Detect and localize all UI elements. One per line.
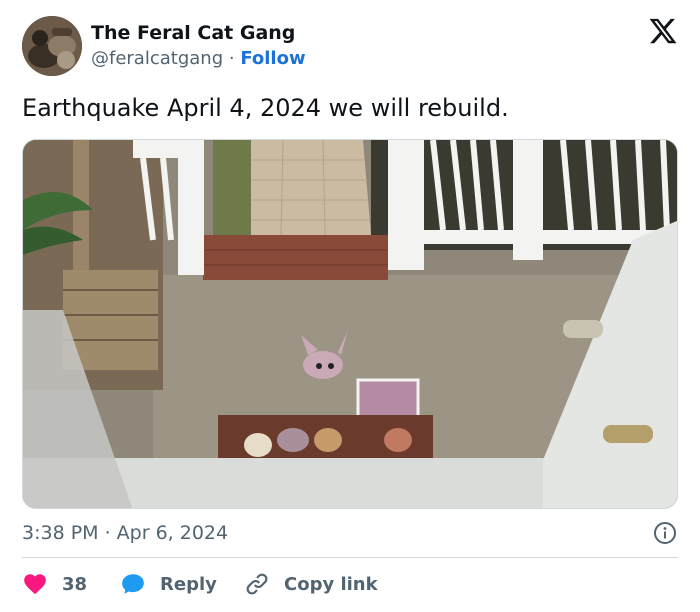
heart-icon [24, 574, 46, 595]
reply-button[interactable]: Reply [120, 568, 217, 600]
action-bar: 38 Reply Copy link [22, 568, 678, 600]
tweet-text: Earthquake April 4, 2024 we will rebuild… [22, 94, 509, 122]
separator: · [228, 48, 235, 69]
follow-button[interactable]: Follow [240, 48, 305, 69]
tweet-timestamp[interactable]: 3:38 PM · Apr 6, 2024 [22, 520, 228, 546]
avatar-image [22, 16, 82, 76]
speech-bubble-icon [122, 574, 144, 594]
like-count: 38 [62, 573, 88, 595]
avatar[interactable] [22, 16, 82, 76]
handle-line: @feralcatgang · Follow [91, 46, 306, 72]
tweet-photo[interactable] [22, 139, 678, 509]
handle[interactable]: @feralcatgang [91, 48, 223, 69]
like-button[interactable]: 38 [22, 568, 87, 600]
tweet-card: The Feral Cat Gang @feralcatgang · Follo… [0, 0, 700, 612]
display-name[interactable]: The Feral Cat Gang [91, 20, 306, 46]
copy-link-button[interactable]: Copy link [244, 568, 378, 600]
link-icon [246, 573, 268, 595]
divider [22, 557, 678, 558]
copy-link-label: Copy link [284, 573, 378, 595]
info-icon[interactable] [653, 521, 677, 545]
reply-label: Reply [160, 573, 217, 595]
x-logo-icon[interactable] [648, 16, 678, 46]
porch-photo [23, 140, 677, 508]
tweet-header: The Feral Cat Gang @feralcatgang · Follo… [22, 16, 678, 78]
user-block: The Feral Cat Gang @feralcatgang · Follo… [91, 20, 306, 72]
